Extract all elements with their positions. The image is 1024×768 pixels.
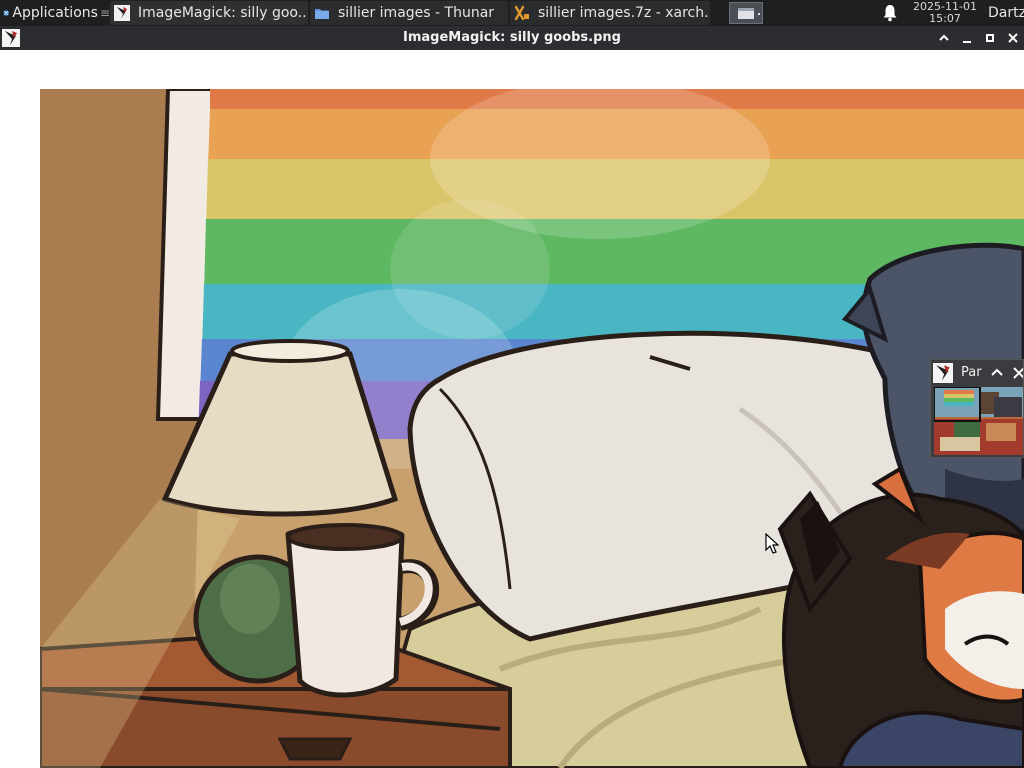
pan-thumbnail[interactable]	[934, 387, 1024, 455]
maximize-icon	[986, 34, 994, 42]
archive-icon	[514, 5, 529, 21]
close-icon	[1008, 33, 1018, 43]
image-display-area[interactable]: Par	[0, 50, 1024, 768]
applications-label: Applications	[12, 5, 98, 21]
minimize-icon	[963, 41, 971, 43]
chevron-up-icon[interactable]	[989, 365, 1005, 381]
workspace-window-icon	[738, 7, 754, 19]
taskbar-item-thunar[interactable]: sillier images - Thunar	[310, 1, 508, 25]
close-button[interactable]	[1003, 28, 1023, 48]
imagemagick-icon	[933, 363, 953, 383]
taskbar-item-xarchiver[interactable]: sillier images.7z - xarch...	[510, 1, 710, 25]
xfce-logo-icon	[3, 10, 10, 16]
pan-window-titlebar[interactable]: Par	[931, 360, 1023, 386]
workspace-switcher[interactable]	[729, 2, 763, 24]
displayed-image[interactable]	[40, 89, 1024, 768]
pan-window-title: Par	[961, 365, 982, 380]
shade-button[interactable]	[934, 28, 954, 48]
minimize-button[interactable]	[957, 28, 977, 48]
taskbar-item-label: sillier images - Thunar	[338, 5, 495, 21]
taskbar-item-imagemagick[interactable]: ImageMagick: silly goo...	[110, 1, 308, 25]
taskbar-item-label: ImageMagick: silly goo...	[138, 5, 308, 21]
window-title: ImageMagick: silly goobs.png	[403, 30, 621, 45]
clock-time: 15:07	[929, 12, 961, 25]
close-icon[interactable]	[1011, 365, 1024, 381]
taskbar-item-label: sillier images.7z - xarch...	[538, 5, 710, 21]
menu-dots-icon: ≡	[99, 6, 110, 20]
notification-bell-icon[interactable]	[882, 4, 898, 22]
imagemagick-icon	[114, 5, 130, 21]
clock[interactable]: 2025-11-01 15:07	[906, 1, 984, 25]
top-panel: Applications ≡ ImageMagick: silly goo...…	[0, 0, 1024, 26]
chevron-up-icon	[939, 34, 949, 41]
window-titlebar[interactable]: ImageMagick: silly goobs.png	[0, 26, 1024, 50]
folder-icon	[315, 9, 329, 19]
user-menu[interactable]: Dartz	[988, 0, 1024, 26]
pan-icon-window[interactable]: Par	[930, 359, 1024, 458]
workspace-indicator-dot	[758, 13, 760, 15]
applications-menu-button[interactable]: Applications ≡	[0, 0, 110, 26]
mouse-pointer-icon	[765, 533, 779, 554]
maximize-button[interactable]	[980, 28, 1000, 48]
